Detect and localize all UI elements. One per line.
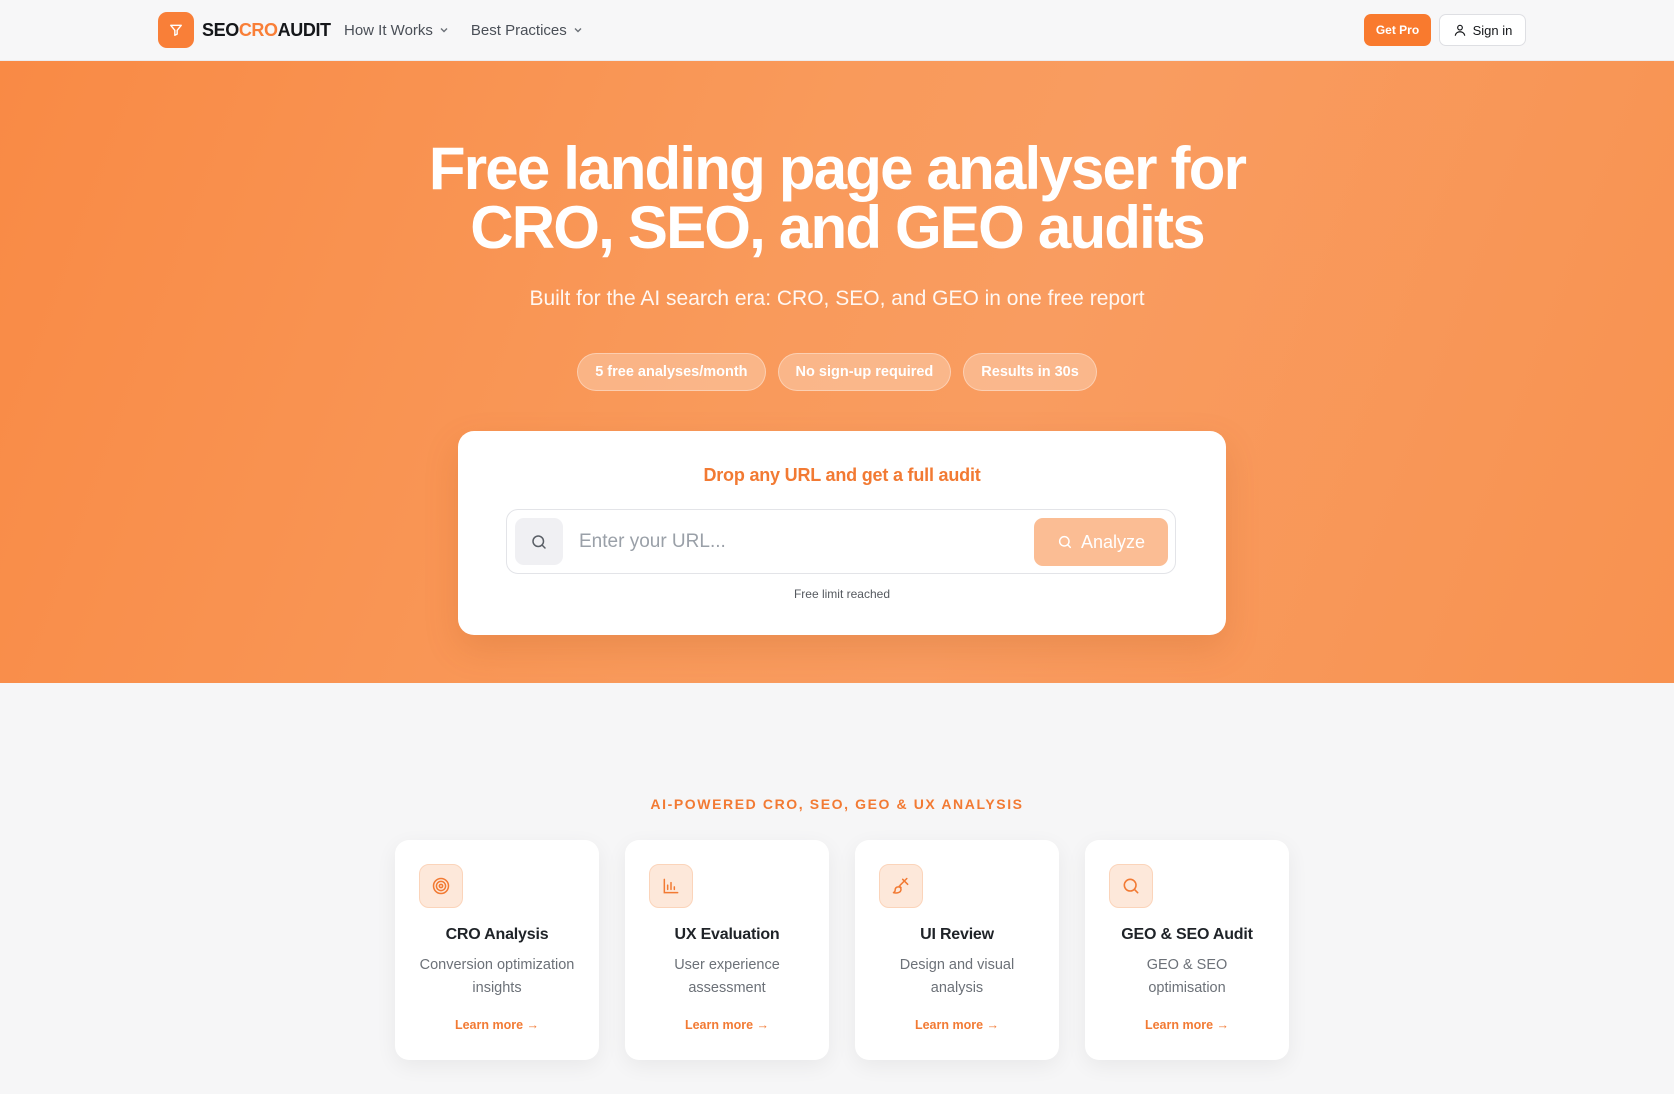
feature-description: Conversion optimization insights <box>419 957 575 996</box>
feature-description: GEO & SEO optimisation <box>1146 957 1228 996</box>
free-limit-note: Free limit reached <box>793 587 891 601</box>
audit-card-title: Drop any URL and get a full audit <box>703 465 981 485</box>
hero-subtitle: Built for the AI search era: CRO, SEO, a… <box>529 287 1145 310</box>
url-search-box: Analyze <box>506 509 1176 574</box>
feature-title: UX Evaluation <box>674 926 780 943</box>
pill-results-time: Results in 30s <box>963 353 1097 391</box>
feature-title: UI Review <box>920 926 994 943</box>
feature-card-geo-seo[interactable]: GEO & SEO Audit GEO & SEO optimisation L… <box>1085 840 1289 1060</box>
search-icon <box>1109 864 1153 908</box>
learn-more-link[interactable]: Learn more → <box>395 1018 599 1032</box>
feature-card-ui[interactable]: UI Review Design and visual analysis Lea… <box>855 840 1059 1060</box>
user-icon <box>1454 24 1465 36</box>
nav-how-it-works[interactable]: How It Works <box>344 22 449 39</box>
hero-section: Free landing page analyser for CRO, SEO,… <box>0 61 1674 683</box>
search-icon <box>1058 535 1072 549</box>
sign-in-button[interactable]: Sign in <box>1439 14 1526 46</box>
analyze-button[interactable]: Analyze <box>1034 518 1168 566</box>
main-nav: How It Works Best Practices <box>344 0 583 60</box>
feature-title: CRO Analysis <box>445 926 549 943</box>
feature-title: GEO & SEO Audit <box>1121 926 1253 943</box>
target-icon <box>419 864 463 908</box>
feature-pills: 5 free analyses/month No sign-up require… <box>0 353 1674 391</box>
pill-no-signup: No sign-up required <box>777 353 952 391</box>
chevron-down-icon <box>440 28 448 33</box>
logo[interactable]: SEOCROAUDIT <box>158 12 331 48</box>
url-input[interactable] <box>579 522 1019 562</box>
feature-card-ux[interactable]: UX Evaluation User experience assessment… <box>625 840 829 1060</box>
feature-description: User experience assessment <box>674 957 780 996</box>
feature-cards: CRO Analysis Conversion optimization ins… <box>395 840 1289 1060</box>
feature-description: Design and visual analysis <box>899 957 1015 996</box>
funnel-icon <box>158 12 194 48</box>
learn-more-link[interactable]: Learn more → <box>1085 1018 1289 1032</box>
learn-more-link[interactable]: Learn more → <box>625 1018 829 1032</box>
learn-more-link[interactable]: Learn more → <box>855 1018 1059 1032</box>
chevron-down-icon <box>574 28 582 33</box>
top-navbar: SEOCROAUDIT How It Works Best Practices … <box>0 0 1674 61</box>
hero-title: Free landing page analyser for CRO, SEO,… <box>428 135 1247 261</box>
logo-text: SEOCROAUDIT <box>202 19 331 40</box>
features-heading: AI-POWERED CRO, SEO, GEO & UX ANALYSIS <box>650 796 1024 812</box>
nav-best-practices[interactable]: Best Practices <box>471 22 583 39</box>
paintbrush-icon <box>879 864 923 908</box>
get-pro-button[interactable]: Get Pro <box>1364 14 1431 46</box>
bar-chart-icon <box>649 864 693 908</box>
audit-card: Drop any URL and get a full audit Analyz… <box>458 431 1226 635</box>
feature-card-cro[interactable]: CRO Analysis Conversion optimization ins… <box>395 840 599 1060</box>
pill-free-analyses: 5 free analyses/month <box>577 353 766 391</box>
search-icon <box>515 518 563 565</box>
